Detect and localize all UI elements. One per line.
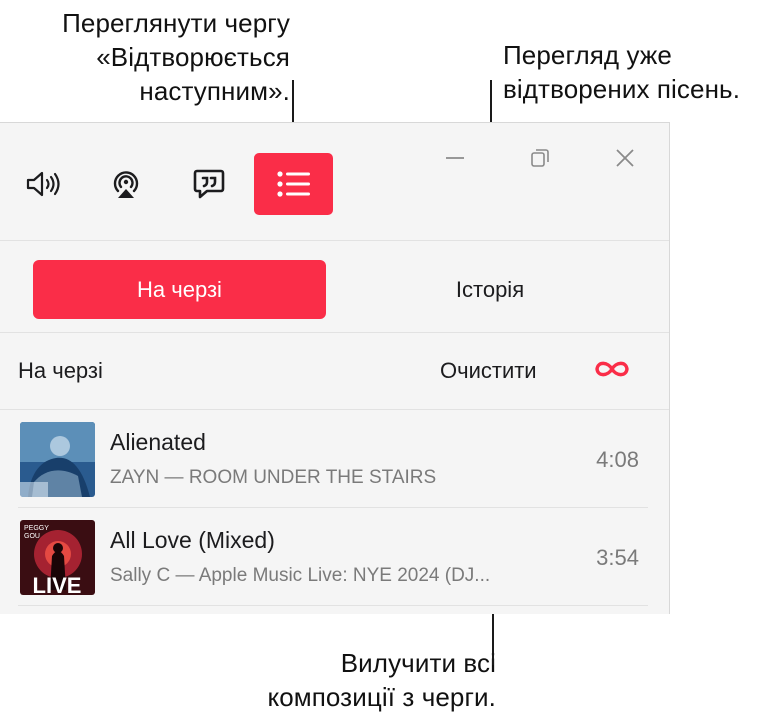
queue-track-row[interactable]: PEGGY GOU LIVE All Love (Mixed) Sally C …	[18, 509, 648, 606]
autoplay-button[interactable]	[593, 358, 631, 385]
callout-clear: Вилучити всі композиції з черги.	[267, 646, 496, 714]
callout-text: Вилучити всі	[340, 648, 496, 678]
clear-queue-button[interactable]: Очистити	[440, 358, 537, 384]
album-artwork	[20, 422, 95, 497]
svg-text:GOU: GOU	[24, 533, 40, 540]
track-title: Alienated	[110, 429, 206, 455]
track-artist-album: ZAYN — ROOM UNDER THE STAIRS	[110, 467, 437, 488]
queue-track-row[interactable]: Alienated ZAYN — ROOM UNDER THE STAIRS 4…	[18, 411, 648, 508]
close-button[interactable]	[610, 143, 640, 173]
callout-text: наступним».	[139, 76, 290, 106]
queue-history-segmented-control: На черзі Історія	[0, 241, 669, 333]
playing-next-queue-button[interactable]	[254, 153, 333, 215]
airplay-icon	[113, 171, 139, 198]
minimize-icon	[446, 157, 464, 159]
volume-button[interactable]	[5, 153, 83, 215]
lyrics-button[interactable]	[170, 153, 248, 215]
tab-history[interactable]: Історія	[380, 260, 600, 319]
callout-text: «Відтворюється	[96, 42, 290, 72]
queue-section-title: На черзі	[18, 358, 103, 383]
queue-list-icon	[276, 171, 310, 197]
callout-text: Переглянути чергу	[62, 8, 290, 38]
callout-text: Перегляд уже	[503, 40, 672, 70]
queue-header: На черзі Очистити	[0, 333, 669, 410]
track-duration: 4:08	[596, 447, 639, 472]
track-duration: 3:54	[596, 545, 639, 570]
callout-text: відтворених пісень.	[503, 74, 741, 104]
tab-playing-next[interactable]: На черзі	[33, 260, 326, 319]
track-title: All Love (Mixed)	[110, 527, 275, 553]
music-window: На черзі Історія На черзі Очистити Alien…	[0, 122, 670, 614]
toolbar	[0, 123, 669, 241]
svg-text:PEGGY: PEGGY	[24, 525, 49, 532]
restore-icon	[531, 149, 549, 167]
infinity-icon	[595, 361, 629, 377]
callout-history: Перегляд уже відтворених пісень.	[503, 38, 740, 106]
minimize-button[interactable]	[440, 143, 470, 173]
airplay-button[interactable]	[87, 153, 165, 215]
track-artist-album: Sally C — Apple Music Live: NYE 2024 (DJ…	[110, 565, 491, 586]
restore-button[interactable]	[525, 143, 555, 173]
volume-icon	[26, 171, 60, 197]
album-artwork: PEGGY GOU LIVE	[20, 520, 95, 595]
artwork-live-label: LIVE	[33, 573, 82, 595]
callout-view-queue: Переглянути чергу «Відтворюється наступн…	[62, 6, 290, 108]
lyrics-icon	[193, 169, 225, 199]
close-icon	[616, 149, 634, 167]
callout-text: композиції з черги.	[267, 682, 496, 712]
